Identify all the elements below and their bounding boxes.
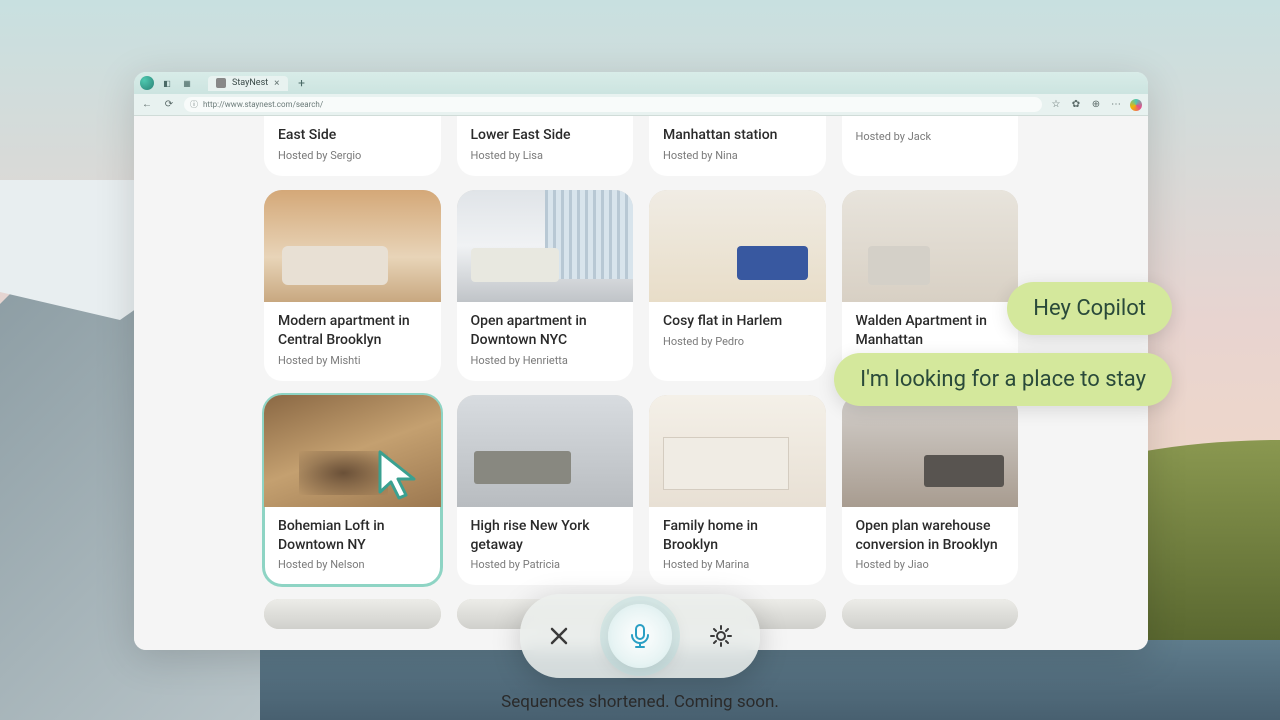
favorite-icon[interactable]: ☆ xyxy=(1050,99,1062,111)
edge-logo-icon xyxy=(140,76,154,90)
listing-card[interactable]: Manhattan station Hosted by Nina xyxy=(649,116,826,176)
listing-title: High rise New York getaway xyxy=(471,517,620,555)
listing-host: Hosted by Marina xyxy=(663,558,812,571)
tab-close-icon[interactable]: × xyxy=(274,78,279,89)
copilot-toolbar xyxy=(520,594,760,678)
tab-actions-icon[interactable]: ▦ xyxy=(180,76,194,90)
microphone-icon xyxy=(626,622,654,650)
listing-card[interactable]: Lower East Side Hosted by Lisa xyxy=(457,116,634,176)
listing-title: Manhattan station xyxy=(663,126,812,145)
tab-strip: ◧ ▦ StayNest × + xyxy=(134,72,1148,94)
new-tab-button[interactable]: + xyxy=(294,75,310,91)
extensions-icon[interactable]: ✿ xyxy=(1070,99,1082,111)
listing-card-highlighted[interactable]: Bohemian Loft in Downtown NY Hosted by N… xyxy=(264,395,441,586)
disclaimer-text: Sequences shortened. Coming soon. xyxy=(501,692,779,712)
listing-title: Cosy flat in Harlem xyxy=(663,312,812,331)
back-button[interactable]: ← xyxy=(140,98,154,112)
listing-host: Hosted by Lisa xyxy=(471,149,620,162)
listing-title: Modern apartment in Central Brooklyn xyxy=(278,312,427,350)
close-button[interactable] xyxy=(536,613,582,659)
listing-card[interactable]: Open apartment in Downtown NYC Hosted by… xyxy=(457,190,634,381)
copilot-speech-bubbles: Hey Copilot I'm looking for a place to s… xyxy=(834,282,1172,406)
listing-host: Hosted by Jack xyxy=(856,130,1005,143)
listing-card[interactable] xyxy=(264,599,441,629)
listing-host: Hosted by Patricia xyxy=(471,558,620,571)
listing-host: Hosted by Jiao xyxy=(856,558,1005,571)
listing-host: Hosted by Nelson xyxy=(278,558,427,571)
listing-card[interactable]: East Side Hosted by Sergio xyxy=(264,116,441,176)
refresh-button[interactable]: ⟳ xyxy=(162,98,176,112)
listing-title: Lower East Side xyxy=(471,126,620,145)
microphone-button[interactable] xyxy=(608,604,672,668)
site-info-icon[interactable]: ⓘ xyxy=(190,99,198,110)
listing-title: East Side xyxy=(278,126,427,145)
browser-tab[interactable]: StayNest × xyxy=(208,76,288,91)
listing-card[interactable] xyxy=(842,599,1019,629)
menu-icon[interactable]: ⋯ xyxy=(1110,99,1122,111)
listing-host: Hosted by Mishti xyxy=(278,354,427,367)
listing-host: Hosted by Pedro xyxy=(663,335,812,348)
listing-card[interactable]: Modern apartment in Central Brooklyn Hos… xyxy=(264,190,441,381)
collections-icon[interactable]: ⊕ xyxy=(1090,99,1102,111)
copilot-icon[interactable] xyxy=(1130,99,1142,111)
listing-card[interactable]: Open plan warehouse conversion in Brookl… xyxy=(842,395,1019,586)
listing-title: Family home in Brooklyn xyxy=(663,517,812,555)
gear-icon xyxy=(708,623,734,649)
speech-bubble: Hey Copilot xyxy=(1007,282,1172,335)
tab-favicon-icon xyxy=(216,78,226,88)
listing-title: Open apartment in Downtown NYC xyxy=(471,312,620,350)
listing-title: Open plan warehouse conversion in Brookl… xyxy=(856,517,1005,555)
url-text: http://www.staynest.com/search/ xyxy=(203,100,323,109)
listing-title: Bohemian Loft in Downtown NY xyxy=(278,517,427,555)
url-field[interactable]: ⓘ http://www.staynest.com/search/ xyxy=(184,97,1042,112)
workspaces-icon[interactable]: ◧ xyxy=(160,76,174,90)
listing-card[interactable]: Cosy flat in Harlem Hosted by Pedro xyxy=(649,190,826,381)
listing-card[interactable]: Hosted by Jack xyxy=(842,116,1019,176)
listing-host: Hosted by Sergio xyxy=(278,149,427,162)
listing-host: Hosted by Nina xyxy=(663,149,812,162)
speech-bubble: I'm looking for a place to stay xyxy=(834,353,1172,406)
listing-host: Hosted by Henrietta xyxy=(471,354,620,367)
listing-card[interactable]: Family home in Brooklyn Hosted by Marina xyxy=(649,395,826,586)
listing-card[interactable]: High rise New York getaway Hosted by Pat… xyxy=(457,395,634,586)
tab-title: StayNest xyxy=(232,78,268,88)
settings-button[interactable] xyxy=(698,613,744,659)
address-bar: ← ⟳ ⓘ http://www.staynest.com/search/ ☆ … xyxy=(134,94,1148,116)
